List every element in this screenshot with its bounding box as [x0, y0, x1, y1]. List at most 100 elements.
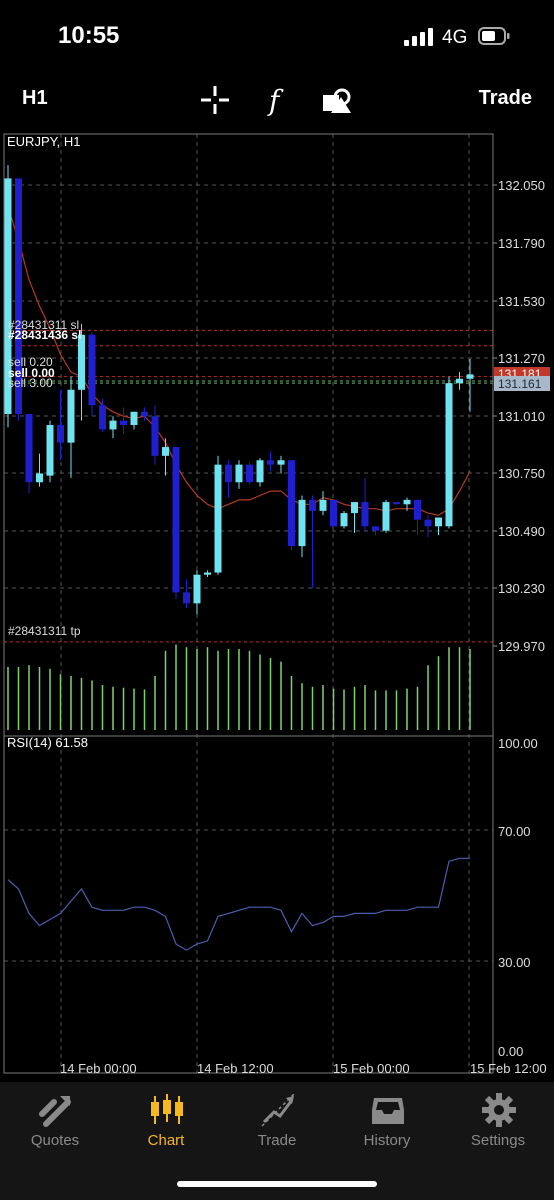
tab-trade-label: Trade [257, 1132, 297, 1149]
candle-body [193, 574, 201, 604]
candle-body [456, 378, 463, 384]
rsi-tick: 30.00 [498, 955, 531, 970]
candle-body [277, 460, 285, 465]
candle-body [330, 499, 337, 527]
time-tick: 14 Feb 00:00 [60, 1061, 137, 1076]
candle-body [225, 464, 232, 483]
candle-body [36, 473, 43, 483]
rsi-line [7, 857, 470, 951]
ask-price-text: 131.161 [498, 377, 542, 391]
rsi-tick: 70.00 [498, 824, 531, 839]
candle-body [256, 460, 264, 483]
candle-body [309, 499, 316, 511]
candle-body [99, 405, 106, 430]
order-label-sell-3: sell 3.00 [8, 376, 53, 390]
candle-body [204, 572, 211, 575]
candle-body [382, 502, 390, 531]
objects-icon[interactable] [320, 83, 354, 117]
price-tick: 131.530 [498, 294, 545, 309]
candle-body [130, 411, 138, 426]
candle-body [120, 420, 127, 426]
trade-icon [261, 1093, 295, 1127]
order-label-tp: #28431311 tp [8, 624, 81, 638]
cellular-signal-icon [404, 28, 433, 46]
price-tick: 129.970 [498, 639, 545, 654]
candle-body [151, 416, 159, 456]
candle-body [141, 411, 148, 417]
candle-body [351, 502, 358, 514]
price-tick: 131.270 [498, 351, 545, 366]
candle-body [267, 460, 274, 465]
status-time: 10:55 [58, 22, 120, 49]
price-tick: 130.490 [498, 524, 545, 539]
network-type: 4G [442, 27, 468, 48]
candle-body [88, 334, 96, 406]
tab-settings-label: Settings [470, 1132, 526, 1149]
tab-history[interactable]: History [332, 1082, 442, 1162]
candle-body [67, 389, 75, 443]
rsi-label: RSI(14) 61.58 [7, 735, 88, 750]
svg-text:f: f [267, 84, 284, 117]
rsi-series [7, 857, 470, 951]
quotes-icon [39, 1096, 71, 1127]
tab-quotes-label: Quotes [30, 1132, 80, 1149]
time-tick: 14 Feb 12:00 [197, 1061, 274, 1076]
candle-body [393, 502, 400, 505]
chart-grid [4, 134, 497, 1073]
symbol-label: EURJPY, H1 [7, 134, 80, 149]
tab-chart[interactable]: Chart [111, 1082, 221, 1162]
candle-body [183, 592, 190, 604]
price-tick: 130.750 [498, 466, 545, 481]
candle-body [109, 420, 117, 430]
price-tick: 131.790 [498, 236, 545, 251]
status-bar: 10:55 4G [0, 0, 554, 75]
candle-body [162, 447, 169, 456]
tab-quotes[interactable]: Quotes [0, 1082, 110, 1162]
candle-body [466, 374, 474, 379]
rsi-tick: 100.00 [498, 736, 538, 751]
chart-toolbar: H1 f Trade [0, 75, 554, 125]
price-chart[interactable]: EURJPY, H1 RSI(14) 61.58 #28431311 sl #2… [0, 128, 554, 1080]
price-tick: 131.010 [498, 409, 545, 424]
time-tick: 15 Feb 12:00 [470, 1061, 547, 1076]
candle-body [246, 464, 253, 483]
candle-body [172, 447, 180, 593]
candle-body [214, 464, 222, 573]
candle-body [78, 334, 85, 390]
indicators-icon[interactable]: f [260, 83, 294, 117]
candle-body [424, 519, 432, 527]
order-levels [4, 329, 493, 643]
tab-chart-label: Chart [147, 1132, 185, 1149]
candle-body [414, 499, 421, 520]
candlestick-chart-icon [151, 1094, 183, 1124]
rsi-tick: 0.00 [498, 1044, 523, 1059]
inbox-tray-icon [372, 1098, 404, 1124]
price-tick: 132.050 [498, 178, 545, 193]
candle-body [57, 425, 64, 443]
tab-settings[interactable]: Settings [443, 1082, 553, 1162]
candle-body [403, 499, 411, 505]
battery-icon [478, 27, 510, 45]
timeframe-button[interactable]: H1 [22, 87, 48, 110]
candle-body [25, 414, 33, 483]
candle-body [298, 499, 306, 547]
candlesticks [4, 165, 474, 615]
order-label-sl-2: #28431436 sl [8, 328, 81, 342]
candle-body [46, 425, 54, 476]
home-indicator [177, 1181, 377, 1187]
candle-body [288, 460, 295, 547]
candle-body [445, 383, 453, 527]
candle-body [319, 499, 327, 511]
trade-button[interactable]: Trade [479, 87, 532, 110]
candle-body [235, 464, 243, 483]
tab-history-label: History [363, 1132, 411, 1149]
candle-body [372, 526, 379, 531]
crosshair-icon[interactable] [198, 83, 232, 117]
gear-icon [482, 1093, 516, 1127]
time-tick: 15 Feb 00:00 [333, 1061, 410, 1076]
tab-trade[interactable]: Trade [222, 1082, 332, 1162]
candle-body [435, 517, 442, 527]
candle-body [361, 502, 369, 527]
candle-body [340, 513, 348, 527]
volume-bars [7, 644, 471, 730]
